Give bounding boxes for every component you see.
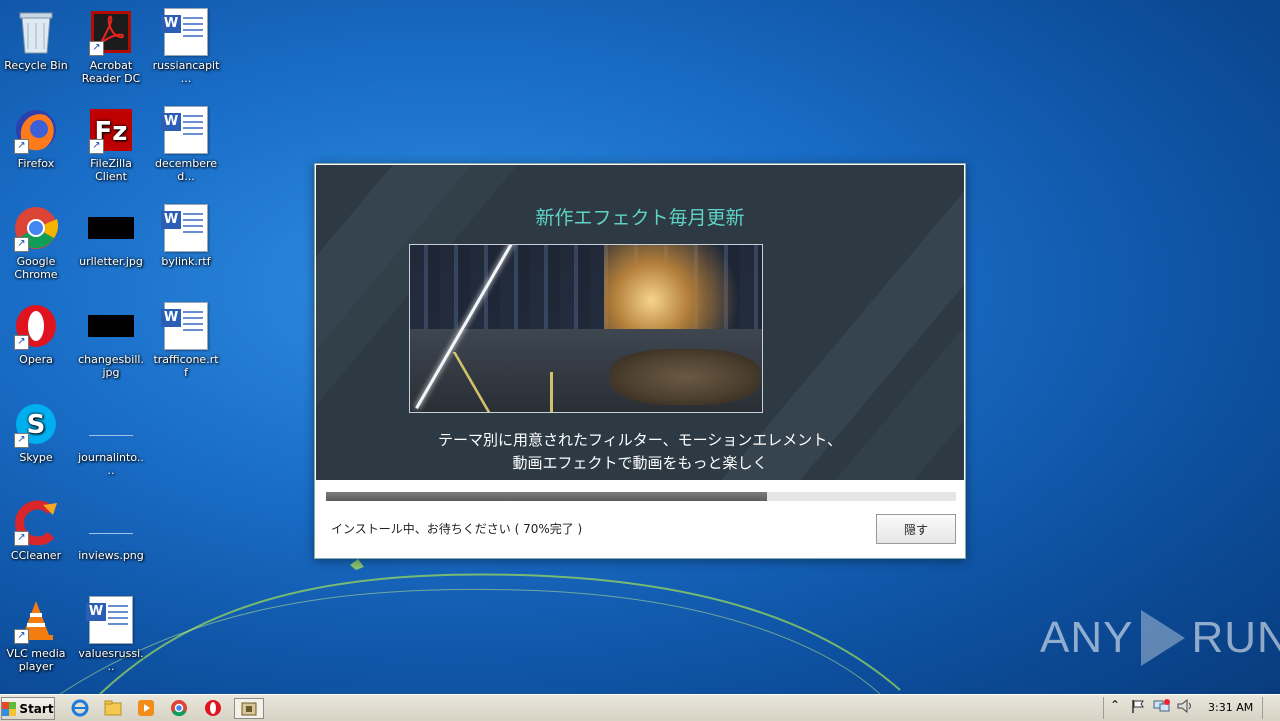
desktop-icon-label: changesbill.jpg (78, 353, 144, 379)
taskbar: Start ⌃ 3:31 AM (0, 694, 1280, 721)
desktop-icon-label: trafficone.rtf (153, 353, 219, 379)
desktop-icon-label: CCleaner (10, 549, 62, 562)
install-progress-bar (326, 492, 956, 501)
desktop-icon-vlc[interactable]: ↗ VLC media player (0, 592, 72, 673)
banner-caption-line: テーマ別に用意されたフィルター、モーションエレメント、 (438, 431, 842, 449)
image-file-icon (87, 302, 135, 350)
recycle-bin-icon (12, 8, 60, 56)
chrome-icon: ↗ (12, 204, 60, 252)
banner-caption-line: 動画エフェクトで動画をもっと楽しく (512, 454, 768, 472)
show-hidden-icons-arrow[interactable]: ⌃ (1110, 698, 1120, 712)
desktop-icon-label: russiancapit... (152, 59, 220, 85)
network-icon[interactable] (1153, 698, 1171, 717)
desktop-icon-bylink[interactable]: W bylink.rtf (150, 200, 222, 268)
hide-button[interactable]: 隠す (876, 514, 956, 544)
promo-banner: 新作エフェクト毎月更新 テーマ別に用意されたフィルター、モーションエレメント、 … (316, 165, 964, 480)
installer-taskbar-button[interactable] (234, 698, 264, 719)
start-label: Start (19, 701, 54, 716)
desktop-icon-label: FileZilla Client (90, 157, 132, 183)
desktop-icon-label: decembered... (154, 157, 218, 183)
desktop-icon-label: valuesrussi... (78, 647, 144, 673)
shortcut-arrow-icon: ↗ (14, 237, 29, 252)
firefox-icon: ↗ (12, 106, 60, 154)
ccleaner-icon: ↗ (12, 498, 60, 546)
desktop-icon-ccleaner[interactable]: ↗ CCleaner (0, 494, 72, 562)
desktop-icon-valuesrussi[interactable]: W valuesrussi... (75, 592, 147, 673)
taskbar-clock[interactable]: 3:31 AM (1208, 701, 1253, 714)
desktop-icon-opera[interactable]: ↗ Opera (0, 298, 72, 366)
file-icon (87, 498, 135, 546)
desktop-icon-google-chrome[interactable]: ↗ Google Chrome (0, 200, 72, 281)
media-player-icon[interactable] (136, 698, 156, 718)
desktop-icon-russiancapit[interactable]: W russiancapit... (150, 4, 222, 85)
desktop-icon-acrobat[interactable]: ↗ Acrobat Reader DC (75, 4, 147, 85)
desktop-icon-skype[interactable]: S ↗ Skype (0, 396, 72, 464)
action-center-flag-icon[interactable] (1130, 698, 1146, 717)
installer-dialog: 新作エフェクト毎月更新 テーマ別に用意されたフィルター、モーションエレメント、 … (314, 163, 966, 559)
desktop-icon-recycle-bin[interactable]: Recycle Bin (0, 4, 72, 72)
tray-separator (1103, 697, 1104, 719)
desktop: Recycle Bin ↗ Firefox ↗ Google Chrome ↗ … (0, 0, 1280, 694)
desktop-icon-label: urlletter.jpg (79, 255, 143, 268)
start-button[interactable]: Start (1, 697, 55, 720)
desktop-icon-changesbill[interactable]: changesbill.jpg (75, 298, 147, 379)
word-document-icon: W (161, 8, 210, 56)
word-document-icon: W (161, 204, 210, 252)
watermark-text: ANY (1040, 613, 1134, 662)
explorer-folder-icon[interactable] (103, 698, 123, 718)
install-progress-fill (326, 492, 767, 501)
shortcut-arrow-icon: ↗ (14, 531, 29, 546)
shortcut-arrow-icon: ↗ (89, 139, 104, 154)
desktop-icon-label: inviews.png (78, 549, 144, 562)
desktop-icon-label: Firefox (17, 157, 55, 170)
shortcut-arrow-icon: ↗ (14, 335, 29, 350)
desktop-icon-label: Opera (19, 353, 53, 366)
desktop-icon-urlletter[interactable]: urlletter.jpg (75, 200, 147, 268)
opera-taskbar-icon[interactable] (203, 698, 223, 718)
desktop-icon-journalinto[interactable]: journalinto.... (75, 396, 147, 477)
opera-icon: ↗ (12, 302, 60, 350)
skype-icon: S ↗ (12, 400, 60, 448)
file-icon (87, 400, 135, 448)
desktop-icon-label: Skype (19, 451, 53, 464)
desktop-icon-inviews[interactable]: inviews.png (75, 494, 147, 562)
install-status-text: インストール中、お待ちください ( 70%完了 ) (331, 522, 583, 536)
desktop-icon-label: Recycle Bin (4, 59, 68, 72)
shortcut-arrow-icon: ↗ (14, 139, 29, 154)
anyrun-watermark: ANY RUN (1040, 610, 1280, 666)
ie-taskbar-icon[interactable] (70, 698, 90, 718)
desktop-icon-trafficone[interactable]: W trafficone.rtf (150, 298, 222, 379)
volume-icon[interactable] (1176, 698, 1194, 717)
chrome-taskbar-icon[interactable] (169, 698, 189, 718)
play-icon (1141, 610, 1186, 666)
desktop-icon-label: Google Chrome (14, 255, 58, 281)
word-document-icon: W (161, 106, 210, 154)
desktop-icon-label: Acrobat Reader DC (81, 59, 141, 85)
shortcut-arrow-icon: ↗ (89, 41, 104, 56)
desktop-icon-decembered[interactable]: W decembered... (150, 102, 222, 183)
image-file-icon (87, 204, 135, 252)
desktop-icon-firefox[interactable]: ↗ Firefox (0, 102, 72, 170)
show-desktop-button[interactable] (1262, 697, 1279, 719)
word-document-icon: W (161, 302, 210, 350)
watermark-text: RUN (1191, 613, 1280, 662)
windows-logo-icon (2, 701, 17, 716)
word-document-icon: W (86, 596, 135, 644)
shortcut-arrow-icon: ↗ (14, 629, 29, 644)
desktop-icon-filezilla[interactable]: Fz ↗ FileZilla Client (75, 102, 147, 183)
filezilla-icon: Fz ↗ (87, 106, 135, 154)
svg-text:S: S (27, 410, 46, 440)
promo-image (409, 244, 763, 413)
desktop-icon-label: VLC media player (6, 647, 66, 673)
banner-headline: 新作エフェクト毎月更新 (535, 207, 745, 229)
shortcut-arrow-icon: ↗ (14, 433, 29, 448)
desktop-icon-label: journalinto.... (78, 451, 144, 477)
desktop-icon-label: bylink.rtf (161, 255, 211, 268)
vlc-cone-icon: ↗ (12, 596, 60, 644)
acrobat-icon: ↗ (87, 8, 135, 56)
banner-caption: テーマ別に用意されたフィルター、モーションエレメント、 動画エフェクトで動画をも… (316, 429, 964, 475)
